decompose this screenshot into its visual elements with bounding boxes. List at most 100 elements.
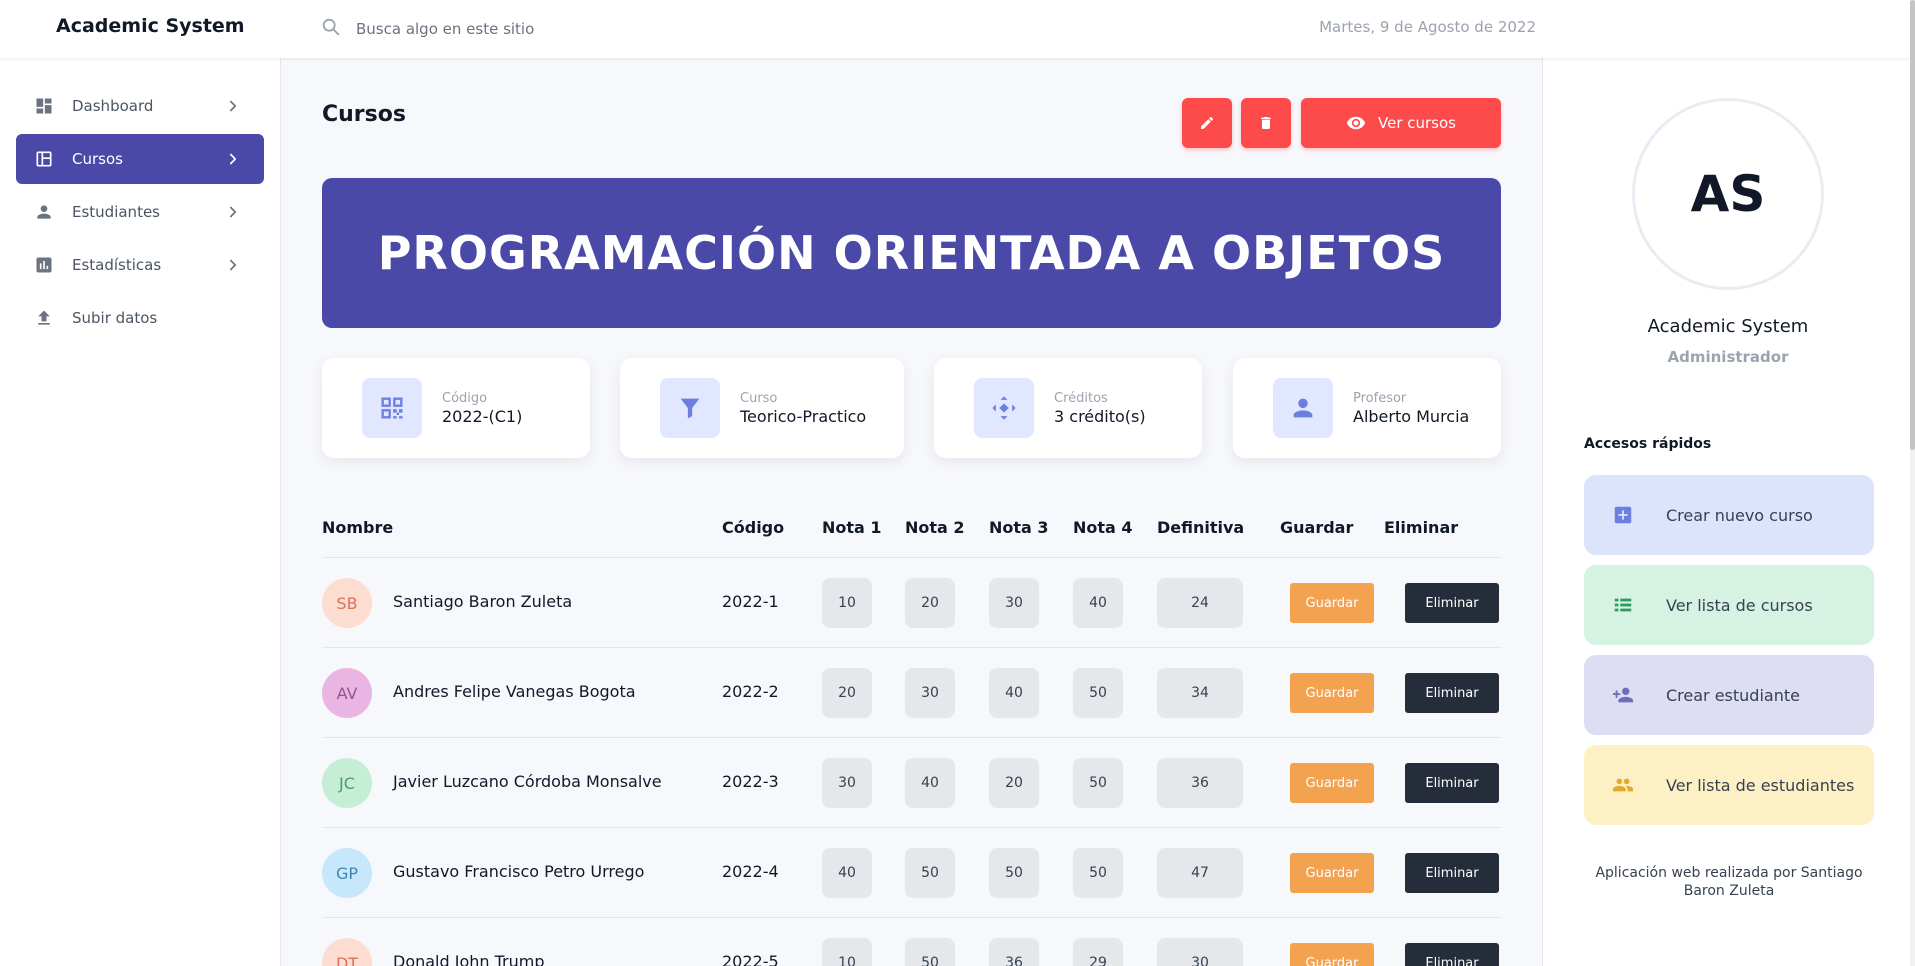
col-header-nota2: Nota 2: [905, 518, 965, 537]
save-button[interactable]: Guardar: [1290, 943, 1374, 966]
student-code: 2022-5: [722, 952, 779, 966]
save-button[interactable]: Guardar: [1290, 853, 1374, 893]
student-avatar: GP: [322, 848, 372, 898]
chevron-right-icon: [229, 206, 237, 218]
sidebar-item-label: Estadísticas: [72, 256, 162, 274]
grade-n2-field[interactable]: 30: [905, 668, 955, 718]
grade-n3-field[interactable]: 50: [989, 848, 1039, 898]
info-label: Créditos: [1054, 390, 1108, 406]
info-label: Código: [442, 390, 488, 406]
sidebar-item-estadisticas[interactable]: Estadísticas: [16, 240, 264, 290]
main-content: Cursos Ver cursos PROGRAMACIÓN ORIENTADA…: [282, 58, 1542, 966]
quick-course-list[interactable]: Ver lista de cursos: [1584, 565, 1874, 645]
quick-item-label: Crear nuevo curso: [1666, 505, 1813, 525]
sidebar-item-dashboard[interactable]: Dashboard: [16, 81, 264, 131]
quick-create-course[interactable]: Crear nuevo curso: [1584, 475, 1874, 555]
delete-row-button[interactable]: Eliminar: [1405, 943, 1499, 966]
sidebar-item-cursos[interactable]: Cursos: [16, 134, 264, 184]
eye-icon: [1346, 116, 1366, 130]
grade-n1-field[interactable]: 40: [822, 848, 872, 898]
table-header: Nombre Código Nota 1 Nota 2 Nota 3 Nota …: [322, 498, 1502, 558]
grade-n3-field[interactable]: 40: [989, 668, 1039, 718]
grade-n4-field[interactable]: 50: [1073, 668, 1123, 718]
grade-n1-field[interactable]: 20: [822, 668, 872, 718]
table-row: SB Santiago Baron Zuleta 2022-1 10 20 30 40 24 G…: [322, 558, 1502, 648]
student-name: Santiago Baron Zuleta: [393, 592, 573, 611]
table-row: GP Gustavo Francisco Petro Urrego 2022-4 40…: [322, 828, 1502, 918]
grade-n1-field[interactable]: 30: [822, 758, 872, 808]
quick-create-student[interactable]: Crear estudiante: [1584, 655, 1874, 735]
search-input[interactable]: [356, 20, 756, 38]
info-label: Profesor: [1353, 390, 1407, 406]
search-icon[interactable]: [320, 16, 342, 42]
scrollbar-thumb[interactable]: [1910, 0, 1915, 450]
info-value: 3 crédito(s): [1054, 406, 1146, 426]
delete-button[interactable]: [1241, 98, 1291, 148]
view-courses-button[interactable]: Ver cursos: [1301, 98, 1501, 148]
sidebar-item-label: Estudiantes: [72, 203, 160, 221]
delete-row-button[interactable]: Eliminar: [1405, 583, 1499, 623]
final-grade: 24: [1157, 578, 1243, 628]
student-name: Gustavo Francisco Petro Urrego: [393, 862, 645, 881]
chevron-right-icon: [229, 153, 237, 165]
grade-n4-field[interactable]: 29: [1073, 938, 1123, 966]
grade-n2-field[interactable]: 50: [905, 938, 955, 966]
courses-icon: [34, 149, 54, 169]
pencil-icon: [1201, 116, 1213, 129]
quick-item-label: Ver lista de cursos: [1666, 595, 1813, 615]
course-title: PROGRAMACIÓN ORIENTADA A OBJETOS: [377, 226, 1446, 280]
col-header-guardar: Guardar: [1280, 518, 1354, 537]
profile-name: Academic System: [1647, 316, 1809, 337]
page-title: Cursos: [322, 102, 406, 127]
current-date: Martes, 9 de Agosto de 2022: [1319, 18, 1536, 36]
quick-item-label: Crear estudiante: [1666, 685, 1800, 705]
sidebar-item-label: Cursos: [72, 150, 123, 168]
final-grade: 30: [1157, 938, 1243, 966]
student-avatar: AV: [322, 668, 372, 718]
sidebar-item-label: Subir datos: [72, 309, 158, 327]
col-header-definitiva: Definitiva: [1157, 518, 1245, 537]
student-name: Donald John Trump: [393, 952, 545, 966]
trash-icon: [1261, 117, 1271, 129]
sidebar-item-estudiantes[interactable]: Estudiantes: [16, 187, 264, 237]
save-button[interactable]: Guardar: [1290, 673, 1374, 713]
grade-n2-field[interactable]: 50: [905, 848, 955, 898]
chevron-right-icon: [229, 100, 237, 112]
sidebar-item-label: Dashboard: [72, 97, 154, 115]
footer-credit: Aplicación web realizada por Santiago Ba…: [1595, 865, 1863, 899]
student-name: Javier Luzcano Córdoba Monsalve: [393, 772, 662, 791]
student-code: 2022-4: [722, 862, 779, 881]
grade-n4-field[interactable]: 50: [1073, 848, 1123, 898]
quick-student-list[interactable]: Ver lista de estudiantes: [1584, 745, 1874, 825]
grade-n2-field[interactable]: 40: [905, 758, 955, 808]
chart-icon: [34, 255, 54, 275]
grades-table: Nombre Código Nota 1 Nota 2 Nota 3 Nota …: [322, 498, 1502, 966]
grade-n1-field[interactable]: 10: [822, 938, 872, 966]
grade-n1-field[interactable]: 10: [822, 578, 872, 628]
save-button[interactable]: Guardar: [1290, 583, 1374, 623]
delete-row-button[interactable]: Eliminar: [1405, 673, 1499, 713]
grade-n4-field[interactable]: 50: [1073, 758, 1123, 808]
final-grade: 36: [1157, 758, 1243, 808]
delete-row-button[interactable]: Eliminar: [1405, 853, 1499, 893]
view-courses-label: Ver cursos: [1378, 114, 1456, 132]
info-value: 2022-(C1): [442, 406, 523, 426]
quick-item-label: Ver lista de estudiantes: [1666, 775, 1855, 795]
sidebar-item-subir-datos[interactable]: Subir datos: [16, 293, 264, 343]
grade-n3-field[interactable]: 30: [989, 578, 1039, 628]
edit-button[interactable]: [1182, 98, 1232, 148]
info-value: Alberto Murcia: [1353, 406, 1470, 426]
student-name: Andres Felipe Vanegas Bogota: [393, 682, 636, 701]
person-icon: [34, 202, 54, 222]
save-button[interactable]: Guardar: [1290, 763, 1374, 803]
table-body: SB Santiago Baron Zuleta 2022-1 10 20 30 40 24 G…: [322, 558, 1502, 966]
grade-n3-field[interactable]: 36: [989, 938, 1039, 966]
final-grade: 34: [1157, 668, 1243, 718]
grade-n2-field[interactable]: 20: [905, 578, 955, 628]
delete-row-button[interactable]: Eliminar: [1405, 763, 1499, 803]
col-header-codigo: Código: [722, 518, 785, 537]
info-label: Curso: [740, 390, 778, 406]
final-grade: 47: [1157, 848, 1243, 898]
grade-n4-field[interactable]: 40: [1073, 578, 1123, 628]
grade-n3-field[interactable]: 20: [989, 758, 1039, 808]
